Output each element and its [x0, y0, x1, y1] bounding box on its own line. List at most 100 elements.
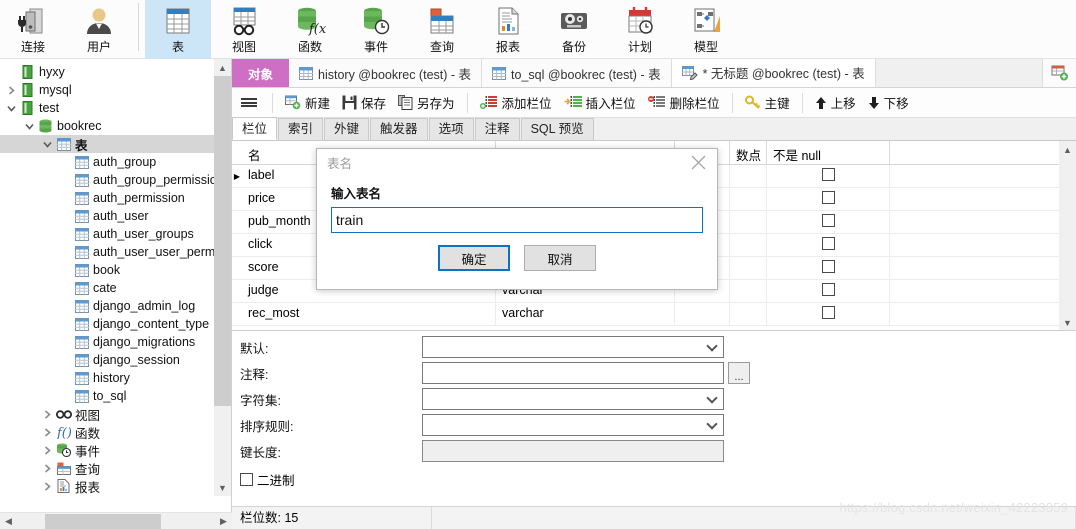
- field-not-null-cell[interactable]: [767, 257, 890, 279]
- toolbar-item-query[interactable]: 查询: [409, 0, 475, 59]
- tree-item-test[interactable]: test: [0, 99, 215, 117]
- save-as-button[interactable]: 另存为: [392, 91, 461, 115]
- scroll-up-icon[interactable]: ▲: [214, 59, 231, 76]
- binary-checkbox[interactable]: [240, 473, 253, 486]
- not-null-checkbox[interactable]: [821, 168, 835, 181]
- tree-item-auth_user[interactable]: auth_user: [0, 207, 215, 225]
- tree-item-表[interactable]: 表: [0, 135, 215, 153]
- tree-item-函数[interactable]: f() 函数: [0, 423, 215, 441]
- field-not-null-cell[interactable]: [767, 303, 890, 325]
- tab-untitled[interactable]: * 无标题 @bookrec (test) - 表: [671, 59, 876, 87]
- toolbar-item-report[interactable]: 报表: [475, 0, 541, 59]
- tree-item-auth_user_groups[interactable]: auth_user_groups: [0, 225, 215, 243]
- chevron-right-icon[interactable]: [39, 442, 55, 458]
- new-tab-button[interactable]: [1043, 59, 1076, 87]
- scroll-down-icon[interactable]: ▼: [1059, 314, 1076, 330]
- new-button[interactable]: 新建: [279, 91, 336, 115]
- add-field-button[interactable]: 添加栏位: [474, 91, 558, 115]
- field-extra-cell[interactable]: [890, 211, 1069, 233]
- field-decimals-cell[interactable]: [730, 188, 767, 210]
- field-extra-cell[interactable]: [890, 280, 1069, 302]
- scrollbar-thumb[interactable]: [45, 514, 161, 529]
- tab-object[interactable]: 对象: [232, 59, 290, 87]
- tree-item-django_migrations[interactable]: django_migrations: [0, 333, 215, 351]
- scroll-down-icon[interactable]: ▼: [214, 479, 231, 496]
- scroll-left-icon[interactable]: ◀: [0, 513, 17, 529]
- tree-item-查询[interactable]: 查询: [0, 459, 215, 477]
- tree-item-cate[interactable]: cate: [0, 279, 215, 297]
- ok-button[interactable]: 确定: [438, 245, 510, 271]
- chevron-right-icon[interactable]: [39, 478, 55, 494]
- chevron-down-icon[interactable]: [3, 100, 19, 116]
- dialog-close-button[interactable]: [679, 149, 717, 175]
- tree-item-django_content_type[interactable]: django_content_type: [0, 315, 215, 333]
- subtab-1[interactable]: 索引: [278, 118, 324, 140]
- field-not-null-cell[interactable]: [767, 211, 890, 233]
- not-null-checkbox[interactable]: [821, 214, 835, 227]
- database-tree[interactable]: hyxy mysql test bookrec 表 auth_group auth_grou…: [0, 63, 215, 499]
- not-null-checkbox[interactable]: [821, 260, 835, 273]
- toolbar-item-table[interactable]: 表: [145, 0, 211, 59]
- field-length-cell[interactable]: [675, 303, 730, 325]
- tree-item-auth_user_user_permissions[interactable]: auth_user_user_permissions: [0, 243, 215, 261]
- not-null-checkbox[interactable]: [821, 283, 835, 296]
- field-not-null-cell[interactable]: [767, 234, 890, 256]
- comment-browse-button[interactable]: ...: [728, 362, 750, 384]
- field-extra-cell[interactable]: [890, 234, 1069, 256]
- grid-vertical-scrollbar[interactable]: ▲ ▼: [1059, 141, 1076, 330]
- tree-item-视图[interactable]: 视图: [0, 405, 215, 423]
- tree-item-django_session[interactable]: django_session: [0, 351, 215, 369]
- field-decimals-cell[interactable]: [730, 303, 767, 325]
- field-extra-cell[interactable]: [890, 165, 1069, 187]
- field-decimals-cell[interactable]: [730, 280, 767, 302]
- field-not-null-cell[interactable]: [767, 280, 890, 302]
- table-name-dialog[interactable]: 表名 输入表名 确定 取消: [316, 148, 718, 290]
- column-header-extra[interactable]: [890, 141, 1069, 164]
- primary-key-button[interactable]: 主键: [739, 91, 796, 115]
- field-decimals-cell[interactable]: [730, 234, 767, 256]
- column-header-decimals[interactable]: 数点: [730, 141, 767, 164]
- not-null-checkbox[interactable]: [821, 191, 835, 204]
- toolbar-item-function[interactable]: f(x) 函数: [277, 0, 343, 59]
- field-extra-cell[interactable]: [890, 188, 1069, 210]
- tab-to-sql[interactable]: to_sql @bookrec (test) - 表: [482, 59, 672, 87]
- tree-item-事件[interactable]: 事件: [0, 441, 215, 459]
- toolbar-item-model[interactable]: 模型: [673, 0, 739, 59]
- hamburger-icon[interactable]: [232, 88, 266, 118]
- default-value-select[interactable]: [422, 336, 724, 358]
- chevron-down-icon[interactable]: [39, 136, 55, 152]
- field-decimals-cell[interactable]: [730, 211, 767, 233]
- tree-item-报表[interactable]: 报表: [0, 477, 215, 495]
- chevron-right-icon[interactable]: [39, 424, 55, 440]
- chevron-right-icon[interactable]: [3, 82, 19, 98]
- sidebar-vertical-scrollbar[interactable]: ▲ ▼: [214, 59, 231, 496]
- tree-item-auth_group[interactable]: auth_group: [0, 153, 215, 171]
- scroll-right-icon[interactable]: ▶: [215, 513, 232, 529]
- field-decimals-cell[interactable]: [730, 165, 767, 187]
- subtab-2[interactable]: 外键: [324, 118, 370, 140]
- field-row[interactable]: rec_most varchar: [232, 303, 1076, 326]
- subtab-0[interactable]: 栏位: [232, 117, 278, 140]
- field-extra-cell[interactable]: [890, 257, 1069, 279]
- not-null-checkbox[interactable]: [821, 306, 835, 319]
- delete-field-button[interactable]: 删除栏位: [642, 91, 726, 115]
- move-up-button[interactable]: 上移: [809, 91, 862, 115]
- tree-item-hyxy[interactable]: hyxy: [0, 63, 215, 81]
- toolbar-item-user[interactable]: 用户: [66, 0, 132, 59]
- subtab-6[interactable]: SQL 预览: [520, 118, 594, 140]
- tree-item-auth_group_permissions[interactable]: auth_group_permissions: [0, 171, 215, 189]
- tree-item-to_sql[interactable]: to_sql: [0, 387, 215, 405]
- field-extra-cell[interactable]: [890, 303, 1069, 325]
- comment-input[interactable]: [422, 362, 724, 384]
- field-type-cell[interactable]: varchar: [496, 303, 675, 325]
- toolbar-item-backup[interactable]: 备份: [541, 0, 607, 59]
- field-name-cell[interactable]: rec_most: [242, 303, 496, 325]
- not-null-checkbox[interactable]: [821, 237, 835, 250]
- toolbar-item-view[interactable]: 视图: [211, 0, 277, 59]
- chevron-down-icon[interactable]: [21, 118, 37, 134]
- table-name-input[interactable]: [331, 207, 703, 233]
- tree-item-bookrec[interactable]: bookrec: [0, 117, 215, 135]
- chevron-right-icon[interactable]: [39, 406, 55, 422]
- cancel-button[interactable]: 取消: [524, 245, 596, 271]
- toolbar-item-schedule[interactable]: 计划: [607, 0, 673, 59]
